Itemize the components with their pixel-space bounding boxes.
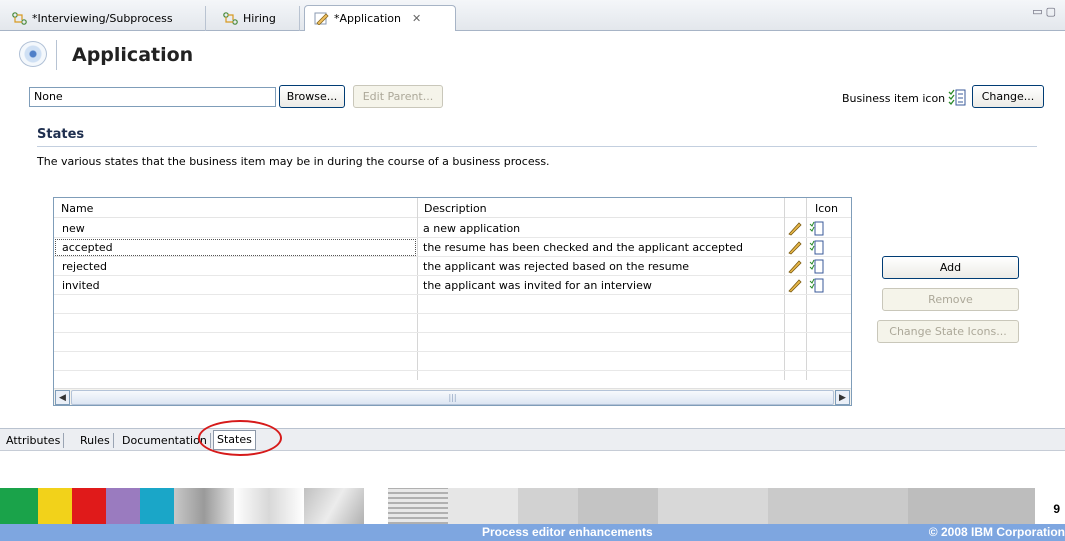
scroll-right-icon[interactable]: ▶ xyxy=(835,390,850,405)
state-name: rejected xyxy=(62,260,107,273)
page-number: 9 xyxy=(1053,502,1060,516)
checklist-icon xyxy=(809,259,824,274)
editor-tab-bar: *Interviewing/Subprocess Hiring *Applica… xyxy=(0,0,1065,31)
footer-color-stripe xyxy=(0,488,1065,524)
state-name: invited xyxy=(62,279,100,292)
table-row-empty xyxy=(54,295,851,314)
scroll-left-icon[interactable]: ◀ xyxy=(55,390,70,405)
highlight-ellipse xyxy=(198,420,282,456)
tab-label: Hiring xyxy=(243,12,276,25)
business-item-icon xyxy=(314,12,329,25)
checklist-icon xyxy=(809,278,824,293)
pencil-icon[interactable] xyxy=(787,278,803,293)
close-icon[interactable]: ✕ xyxy=(412,12,421,25)
minimize-maximize-icons[interactable]: ▭▢ xyxy=(1032,5,1059,18)
table-row-empty xyxy=(54,314,851,333)
checklist-icon xyxy=(809,221,824,236)
state-description: a new application xyxy=(423,222,521,235)
business-item-header-icon xyxy=(19,41,47,67)
column-header-name[interactable]: Name xyxy=(54,198,417,218)
tab-documentation[interactable]: Documentation xyxy=(119,433,211,448)
table-header: Name Description Icon xyxy=(54,198,851,218)
section-divider xyxy=(37,146,1037,147)
column-header-icon[interactable]: Icon xyxy=(806,198,851,218)
pencil-icon[interactable] xyxy=(787,240,803,255)
tab-label: *Interviewing/Subprocess xyxy=(32,12,173,25)
business-item-icon-label: Business item icon xyxy=(842,92,946,105)
checklist-icon xyxy=(948,89,966,106)
state-description: the resume has been checked and the appl… xyxy=(423,241,744,254)
tab-label: *Application xyxy=(334,12,401,25)
state-name: accepted xyxy=(54,238,417,257)
process-icon xyxy=(12,12,27,25)
footer-bar: Process editor enhancements © 2008 IBM C… xyxy=(0,524,1065,541)
state-name: new xyxy=(62,222,85,235)
header-divider xyxy=(56,40,57,70)
table-row[interactable]: invited the applicant was invited for an… xyxy=(54,276,851,295)
section-description: The various states that the business ite… xyxy=(37,155,550,168)
editor-page-tabs: Attributes Rules Documentation States xyxy=(0,428,1065,451)
table-row[interactable]: new a new application xyxy=(54,219,851,238)
change-icon-button[interactable]: Change... xyxy=(972,85,1044,108)
table-row-empty xyxy=(54,352,851,371)
table-row[interactable]: rejected the applicant was rejected base… xyxy=(54,257,851,276)
page-title: Application xyxy=(72,44,194,66)
checklist-icon xyxy=(809,240,824,255)
table-row[interactable]: accepted the resume has been checked and… xyxy=(54,238,851,257)
browse-button[interactable]: Browse... xyxy=(279,85,345,108)
scroll-thumb[interactable]: ||| xyxy=(71,390,834,405)
tab-application[interactable]: *Application ✕ xyxy=(304,5,456,31)
edit-parent-button[interactable]: Edit Parent... xyxy=(353,85,443,108)
section-title: States xyxy=(37,127,85,142)
state-description: the applicant was rejected based on the … xyxy=(423,260,690,273)
footer-copyright: © 2008 IBM Corporation xyxy=(928,525,1065,539)
parent-field[interactable]: None xyxy=(29,87,276,107)
tab-interviewing-subprocess[interactable]: *Interviewing/Subprocess xyxy=(3,6,206,31)
table-row-empty xyxy=(54,333,851,352)
remove-button[interactable]: Remove xyxy=(882,288,1019,311)
tab-attributes[interactable]: Attributes xyxy=(3,433,65,448)
tab-hiring[interactable]: Hiring xyxy=(214,6,300,31)
change-state-icons-button[interactable]: Change State Icons... xyxy=(877,320,1019,343)
state-description: the applicant was invited for an intervi… xyxy=(423,279,652,292)
add-button[interactable]: Add xyxy=(882,256,1019,279)
column-header-description[interactable]: Description xyxy=(417,198,781,218)
states-table[interactable]: Name Description Icon new a new applicat… xyxy=(53,197,852,406)
pencil-icon[interactable] xyxy=(787,259,803,274)
horizontal-scrollbar[interactable]: ◀ ||| ▶ xyxy=(54,388,851,405)
tab-rules[interactable]: Rules xyxy=(77,433,114,448)
pencil-icon[interactable] xyxy=(787,221,803,236)
footer-title: Process editor enhancements xyxy=(482,525,653,539)
process-icon xyxy=(223,12,238,25)
